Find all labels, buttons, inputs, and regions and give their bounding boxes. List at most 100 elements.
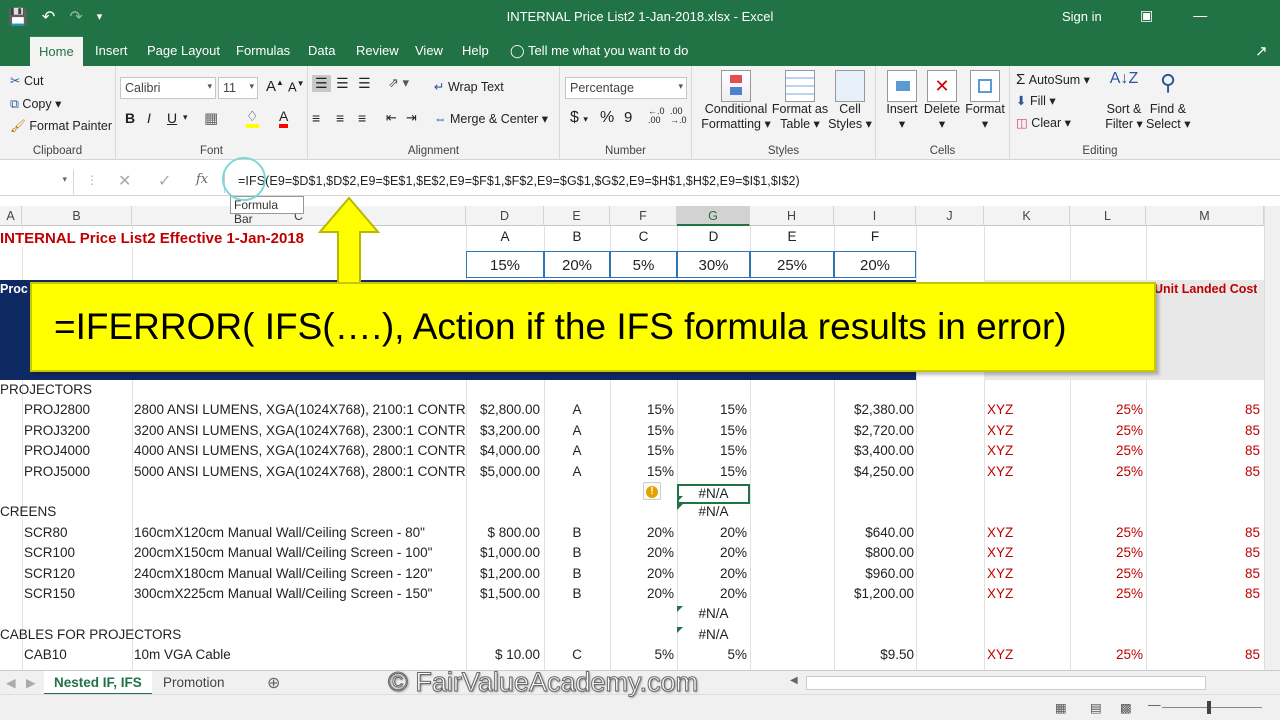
fill-button[interactable]: ⬇ Fill ▾ — [1016, 93, 1056, 108]
supplier-cell[interactable]: XYZ — [987, 443, 1067, 458]
copy-button[interactable]: ⧉ Copy ▾ — [10, 96, 61, 112]
enter-icon[interactable]: ✓ — [158, 171, 171, 191]
discount-cell[interactable]: 20% — [610, 525, 674, 540]
horizontal-scrollbar[interactable] — [806, 676, 1206, 690]
prev-sheet-icon[interactable]: ◀ — [6, 675, 16, 690]
description-cell[interactable]: 200cmX150cm Manual Wall/Ceiling Screen -… — [134, 545, 466, 560]
ifs-result-cell[interactable]: 15% — [677, 402, 747, 417]
category-cell[interactable]: A — [544, 402, 610, 417]
margin-cell[interactable]: 25% — [1070, 525, 1143, 540]
supplier-cell[interactable]: XYZ — [987, 647, 1067, 662]
zoom-thumb[interactable] — [1207, 701, 1211, 714]
section-heading[interactable]: CREENS — [0, 504, 466, 519]
col-header-j[interactable]: J — [916, 206, 984, 226]
landed-cost-cell[interactable]: $960.00 — [834, 566, 914, 581]
product-code-cell[interactable]: PROJ2800 — [24, 402, 130, 417]
description-cell[interactable]: 160cmX120cm Manual Wall/Ceiling Screen -… — [134, 525, 466, 540]
font-color-icon[interactable]: A — [279, 108, 289, 128]
product-code-cell[interactable]: CAB10 — [24, 647, 130, 662]
col-header-i[interactable]: I — [834, 206, 916, 226]
sheet-tab-promotion[interactable]: Promotion — [153, 671, 235, 695]
category-cell[interactable]: B — [544, 586, 610, 601]
rate-code-cell[interactable]: F — [834, 229, 916, 244]
tab-view[interactable]: View — [415, 43, 443, 58]
sort-filter-button[interactable]: A↓Z Sort & Filter ▾ — [1104, 70, 1144, 131]
discount-cell[interactable]: 20% — [610, 586, 674, 601]
category-cell[interactable]: B — [544, 525, 610, 540]
description-cell[interactable]: 3200 ANSI LUMENS, XGA(1024X768), 2300:1 … — [134, 423, 466, 438]
price-cell[interactable]: $5,000.00 — [466, 464, 540, 479]
landed-cost-cell[interactable]: $4,250.00 — [834, 464, 914, 479]
section-heading[interactable]: PROJECTORS — [0, 382, 466, 397]
increase-font-icon[interactable]: A▲ — [266, 78, 284, 95]
format-as-table-button[interactable]: Format as Table ▾ — [770, 70, 830, 131]
gp-cell[interactable]: 85 — [1146, 545, 1260, 560]
align-right-icon[interactable]: ≡ — [358, 110, 366, 126]
tab-home[interactable]: Home — [30, 36, 83, 66]
margin-cell[interactable]: 25% — [1070, 545, 1143, 560]
landed-cost-cell[interactable]: $2,380.00 — [834, 402, 914, 417]
insert-cells-button[interactable]: Insert ▾ — [882, 70, 922, 131]
supplier-cell[interactable]: XYZ — [987, 402, 1067, 417]
description-cell[interactable]: 10m VGA Cable — [134, 647, 466, 662]
description-cell[interactable]: 240cmX180cm Manual Wall/Ceiling Screen -… — [134, 566, 466, 581]
product-code-cell[interactable]: SCR150 — [24, 586, 130, 601]
ifs-result-cell[interactable]: 15% — [677, 464, 747, 479]
landed-cost-cell[interactable]: $800.00 — [834, 545, 914, 560]
ifs-result-cell[interactable]: 20% — [677, 586, 747, 601]
ifs-result-cell[interactable]: 5% — [677, 647, 747, 662]
margin-cell[interactable]: 25% — [1070, 423, 1143, 438]
gp-cell[interactable]: 85 — [1146, 566, 1260, 581]
align-left-icon[interactable]: ≡ — [312, 110, 320, 126]
zoom-slider[interactable] — [1162, 707, 1262, 708]
na-error-cell[interactable]: #N/A — [677, 484, 750, 505]
align-center-icon[interactable]: ≡ — [336, 110, 344, 126]
decrease-indent-icon[interactable]: ⇤ — [386, 110, 397, 126]
format-painter-button[interactable]: 🖌 Format Painter — [10, 119, 112, 134]
gp-cell[interactable]: 85 — [1146, 423, 1260, 438]
merge-center-button[interactable]: ⇔ Merge & Center ▾ — [434, 111, 548, 126]
italic-button[interactable]: I — [147, 110, 151, 126]
category-cell[interactable]: A — [544, 443, 610, 458]
category-cell[interactable]: A — [544, 423, 610, 438]
wrap-text-button[interactable]: ↵ Wrap Text — [434, 79, 504, 94]
landed-cost-cell[interactable]: $2,720.00 — [834, 423, 914, 438]
percent-button[interactable]: % — [600, 109, 614, 127]
margin-cell[interactable]: 25% — [1070, 647, 1143, 662]
discount-cell[interactable]: 5% — [610, 647, 674, 662]
price-cell[interactable]: $3,200.00 — [466, 423, 540, 438]
gp-cell[interactable]: 85 — [1146, 586, 1260, 601]
page-break-view-icon[interactable]: ▩ — [1120, 700, 1132, 715]
product-code-cell[interactable]: SCR120 — [24, 566, 130, 581]
discount-cell[interactable]: 15% — [610, 443, 674, 458]
discount-cell[interactable]: 20% — [610, 545, 674, 560]
conditional-formatting-button[interactable]: Conditional Formatting ▾ — [700, 70, 772, 131]
description-cell[interactable]: 300cmX225cm Manual Wall/Ceiling Screen -… — [134, 586, 466, 601]
orientation-icon[interactable]: ⇗ ▾ — [388, 75, 409, 91]
ifs-result-cell[interactable]: 20% — [677, 525, 747, 540]
tab-data[interactable]: Data — [308, 43, 335, 58]
zoom-out-icon[interactable]: — — [1148, 698, 1161, 712]
landed-cost-cell[interactable]: $1,200.00 — [834, 586, 914, 601]
font-size-select[interactable]: 11 ▾ — [218, 77, 258, 99]
col-header-g[interactable]: G — [677, 206, 750, 226]
sign-in-link[interactable]: Sign in — [1062, 9, 1102, 24]
product-code-cell[interactable]: SCR80 — [24, 525, 130, 540]
discount-cell[interactable]: 15% — [610, 423, 674, 438]
vertical-scrollbar[interactable] — [1264, 206, 1280, 670]
insert-function-icon[interactable]: fx — [196, 172, 208, 187]
error-warning-icon[interactable]: ! — [643, 482, 661, 500]
rate-value-cell[interactable]: 20% — [544, 251, 610, 278]
rate-value-cell[interactable]: 25% — [750, 251, 834, 278]
price-cell[interactable]: $2,800.00 — [466, 402, 540, 417]
tell-me-box[interactable]: ◯ Tell me what you want to do — [510, 43, 688, 59]
category-cell[interactable]: A — [544, 464, 610, 479]
ifs-result-cell[interactable]: 15% — [677, 443, 747, 458]
discount-cell[interactable]: 20% — [610, 566, 674, 581]
col-header-h[interactable]: H — [750, 206, 834, 226]
rate-code-cell[interactable]: E — [750, 229, 834, 244]
fill-color-icon[interactable]: ♢ — [246, 108, 259, 128]
margin-cell[interactable]: 25% — [1070, 402, 1143, 417]
next-sheet-icon[interactable]: ▶ — [26, 675, 36, 690]
tab-review[interactable]: Review — [356, 43, 399, 58]
